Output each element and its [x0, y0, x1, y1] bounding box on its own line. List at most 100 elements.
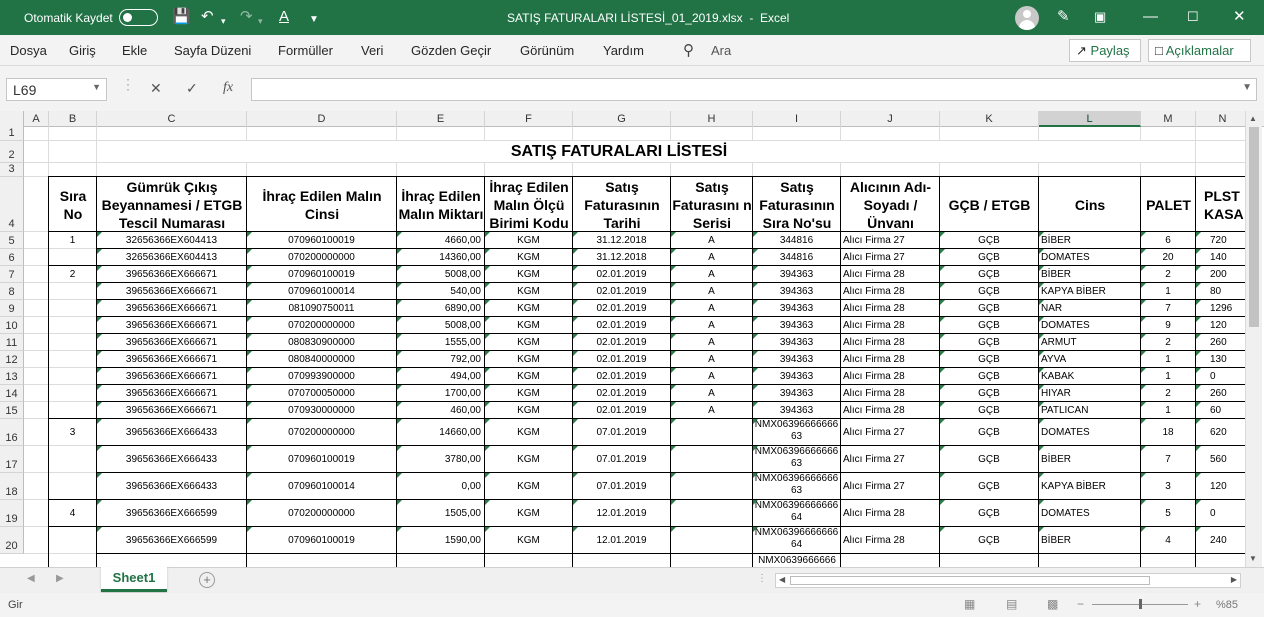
next-sheet-icon[interactable]: ▶	[56, 573, 64, 584]
row-header-8[interactable]: 8	[0, 283, 24, 300]
cell[interactable]: 0	[1196, 500, 1244, 526]
row-header-20[interactable]: 20	[0, 527, 24, 554]
search-label[interactable]: Ara	[711, 43, 731, 58]
cell[interactable]: GÇB	[940, 419, 1038, 445]
cell[interactable]: 31.12.2018	[573, 249, 670, 265]
cell[interactable]: 32656366EX604413	[97, 232, 246, 248]
cell[interactable]	[49, 527, 96, 553]
cell[interactable]: KGM	[485, 368, 572, 384]
cell[interactable]: 39656366EX666599	[97, 527, 246, 553]
cell[interactable]: 5008,00	[397, 266, 484, 282]
cell[interactable]: Alıcı Firma 27	[841, 446, 939, 472]
row-header-3[interactable]: 3	[0, 163, 24, 177]
cell[interactable]: 32656366EX604413	[97, 249, 246, 265]
cell[interactable]: 39656366EX666671	[97, 300, 246, 316]
cancel-icon[interactable]: ✕	[150, 80, 162, 97]
cell[interactable]: 140	[1196, 249, 1244, 265]
menu-yardim[interactable]: Yardım	[603, 43, 644, 58]
formula-input[interactable]: ▼	[251, 78, 1257, 101]
cell[interactable]: 070700050000	[247, 385, 396, 401]
cell[interactable]: 070960100019	[247, 232, 396, 248]
enter-icon[interactable]: ✓	[186, 80, 198, 97]
cell[interactable]: 02.01.2019	[573, 402, 670, 418]
cell[interactable]: 120	[1196, 317, 1244, 333]
cell[interactable]: Alıcı Firma 28	[841, 317, 939, 333]
cell[interactable]: 070960100019	[247, 527, 396, 553]
namebox-dropdown-icon[interactable]: ▼	[92, 82, 101, 92]
cell[interactable]: 1296	[1196, 300, 1244, 316]
row-header-19[interactable]: 19	[0, 500, 24, 527]
cell[interactable]: KGM	[485, 500, 572, 526]
cell[interactable]: 394363	[753, 300, 840, 316]
menu-veri[interactable]: Veri	[361, 43, 383, 58]
cell[interactable]: Alıcı Firma 27	[841, 249, 939, 265]
cell[interactable]	[49, 368, 96, 384]
cell[interactable]: DOMATES	[1039, 249, 1140, 265]
cell[interactable]: 620	[1196, 419, 1244, 445]
user-avatar-icon[interactable]	[1015, 6, 1039, 30]
cell[interactable]: 39656366EX666671	[97, 368, 246, 384]
cell[interactable]: 394363	[753, 283, 840, 299]
cell[interactable]: 260	[1196, 385, 1244, 401]
tab-split-grip-icon[interactable]: ⋮	[757, 573, 767, 584]
cell[interactable]	[49, 317, 96, 333]
cell[interactable]: 1	[1141, 402, 1195, 418]
column-header-n[interactable]: N	[1196, 111, 1250, 127]
cell[interactable]: 39656366EX666433	[97, 446, 246, 472]
cell[interactable]: Alıcı Firma 28	[841, 351, 939, 367]
cell[interactable]: 081090750011	[247, 300, 396, 316]
cell[interactable]: 2	[49, 266, 96, 282]
cell[interactable]: 240	[1196, 527, 1244, 553]
cell[interactable]: KGM	[485, 473, 572, 499]
cell[interactable]: 39656366EX666433	[97, 419, 246, 445]
cell[interactable]: 070960100019	[247, 446, 396, 472]
cell[interactable]: 39656366EX666671	[97, 385, 246, 401]
cell[interactable]: GÇB	[940, 385, 1038, 401]
cell[interactable]: 39656366EX666671	[97, 351, 246, 367]
row-header-17[interactable]: 17	[0, 446, 24, 473]
cell[interactable]: GÇB	[940, 283, 1038, 299]
cell[interactable]: NMX0639666666663	[753, 446, 840, 472]
cell[interactable]: KGM	[485, 385, 572, 401]
cell[interactable]: A	[671, 351, 752, 367]
cell[interactable]: GÇB	[940, 317, 1038, 333]
column-header-l[interactable]: L	[1039, 111, 1141, 127]
cell[interactable]: PATLICAN	[1039, 402, 1140, 418]
cell[interactable]: 80	[1196, 283, 1244, 299]
cell[interactable]: ARMUT	[1039, 334, 1140, 350]
cell[interactable]: KAPYA BİBER	[1039, 473, 1140, 499]
cell[interactable]: 4	[1141, 527, 1195, 553]
cell[interactable]: KGM	[485, 283, 572, 299]
cell[interactable]: 02.01.2019	[573, 334, 670, 350]
sheet-tab[interactable]: Sheet1	[101, 567, 167, 592]
column-header-m[interactable]: M	[1141, 111, 1196, 127]
cell[interactable]: 560	[1196, 446, 1244, 472]
cell[interactable]: 070200000000	[247, 500, 396, 526]
cell[interactable]: 20	[1141, 249, 1195, 265]
cell[interactable]: 120	[1196, 473, 1244, 499]
cell[interactable]: AYVA	[1039, 351, 1140, 367]
prev-sheet-icon[interactable]: ◀	[27, 573, 35, 584]
cell[interactable]: GÇB	[940, 446, 1038, 472]
zoom-in-icon[interactable]: +	[1194, 597, 1201, 611]
cell[interactable]: 02.01.2019	[573, 317, 670, 333]
share-button[interactable]: ↗ Paylaş	[1069, 39, 1141, 62]
save-icon[interactable]: 💾	[172, 8, 191, 26]
formula-expand-icon[interactable]: ▼	[1242, 82, 1252, 93]
cell[interactable]: GÇB	[940, 232, 1038, 248]
horizontal-scroll-thumb[interactable]	[790, 576, 1150, 585]
cell[interactable]: 4	[49, 500, 96, 526]
column-header-a[interactable]: A	[24, 111, 49, 127]
cell[interactable]: Alıcı Firma 28	[841, 368, 939, 384]
cell[interactable]: 02.01.2019	[573, 368, 670, 384]
cell[interactable]: A	[671, 266, 752, 282]
cell[interactable]	[49, 283, 96, 299]
vertical-scroll-thumb[interactable]	[1249, 127, 1259, 327]
cell[interactable]: KGM	[485, 527, 572, 553]
cell[interactable]: A	[671, 402, 752, 418]
cell[interactable]: 1	[49, 232, 96, 248]
cell[interactable]	[671, 473, 752, 499]
cell[interactable]: GÇB	[940, 249, 1038, 265]
cell[interactable]: 070200000000	[247, 419, 396, 445]
menu-gozden-gecir[interactable]: Gözden Geçir	[411, 43, 491, 58]
